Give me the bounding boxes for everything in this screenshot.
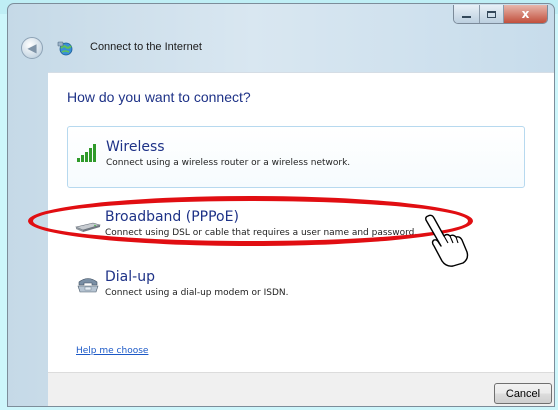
back-arrow-icon: ◀ [27, 41, 37, 55]
back-button[interactable]: ◀ [21, 37, 43, 59]
option-dialup[interactable]: Dial-up Connect using a dial-up modem or… [67, 257, 525, 319]
close-icon: x [521, 7, 530, 21]
option-broadband-description: Connect using DSL or cable that requires… [105, 228, 418, 238]
cancel-button[interactable]: Cancel [494, 383, 552, 404]
navigation-bar: ◀ Connect to the Internet [8, 32, 554, 72]
title-bar[interactable]: x [8, 4, 554, 32]
telephone-icon [77, 278, 99, 293]
window-title: Connect to the Internet [90, 41, 202, 53]
option-wireless[interactable]: Wireless Connect using a wireless router… [67, 126, 525, 188]
option-dialup-title: Dial-up [105, 269, 155, 285]
page-heading: How do you want to connect? [67, 89, 251, 105]
maximize-icon [487, 10, 496, 18]
option-broadband[interactable]: Broadband (PPPoE) Connect using DSL or c… [67, 197, 525, 259]
option-wireless-title: Wireless [106, 139, 165, 155]
minimize-icon [462, 16, 471, 18]
close-button[interactable]: x [504, 5, 547, 23]
content-pane: How do you want to connect? Wireless Con… [48, 72, 554, 373]
connect-to-internet-window: x ◀ Connect to the Internet How do you w… [7, 3, 555, 407]
option-wireless-description: Connect using a wireless router or a wir… [106, 158, 351, 168]
help-me-choose-link[interactable]: Help me choose [76, 346, 148, 356]
wireless-signal-icon [77, 144, 96, 162]
maximize-button[interactable] [480, 5, 504, 23]
modem-icon [75, 222, 101, 232]
option-broadband-title: Broadband (PPPoE) [105, 209, 239, 225]
footer-bar: Cancel [48, 372, 554, 406]
minimize-button[interactable] [454, 5, 480, 23]
option-dialup-description: Connect using a dial-up modem or ISDN. [105, 288, 289, 298]
window-controls: x [453, 5, 548, 24]
network-globe-icon [57, 41, 73, 56]
